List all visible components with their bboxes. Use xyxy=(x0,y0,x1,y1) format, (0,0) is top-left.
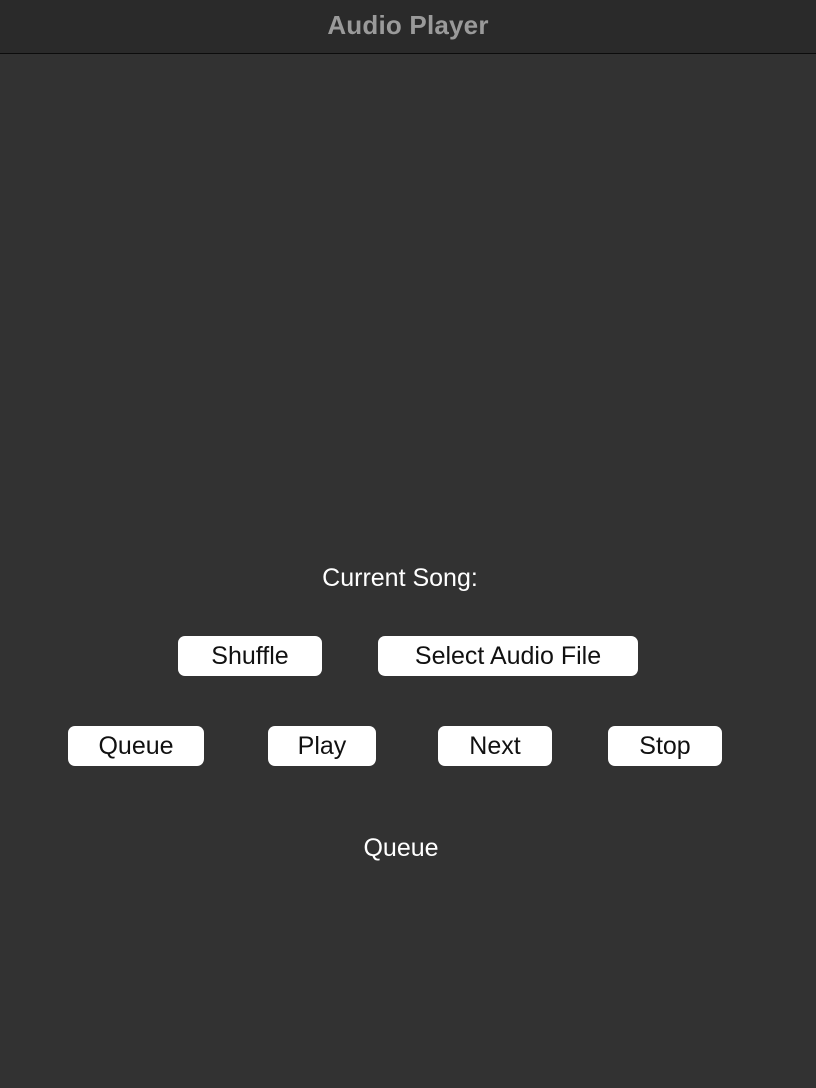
next-button[interactable]: Next xyxy=(438,726,552,766)
shuffle-button[interactable]: Shuffle xyxy=(178,636,322,676)
queue-button[interactable]: Queue xyxy=(68,726,204,766)
stop-button[interactable]: Stop xyxy=(608,726,722,766)
select-audio-file-button[interactable]: Select Audio File xyxy=(378,636,638,676)
play-button[interactable]: Play xyxy=(268,726,376,766)
current-song-label: Current Song: xyxy=(322,564,478,592)
queue-heading: Queue xyxy=(363,834,439,862)
audio-player-window: Audio Player Current Song: Shuffle Selec… xyxy=(0,0,816,1088)
title-bar[interactable]: Audio Player xyxy=(0,0,816,54)
window-title: Audio Player xyxy=(327,10,489,40)
